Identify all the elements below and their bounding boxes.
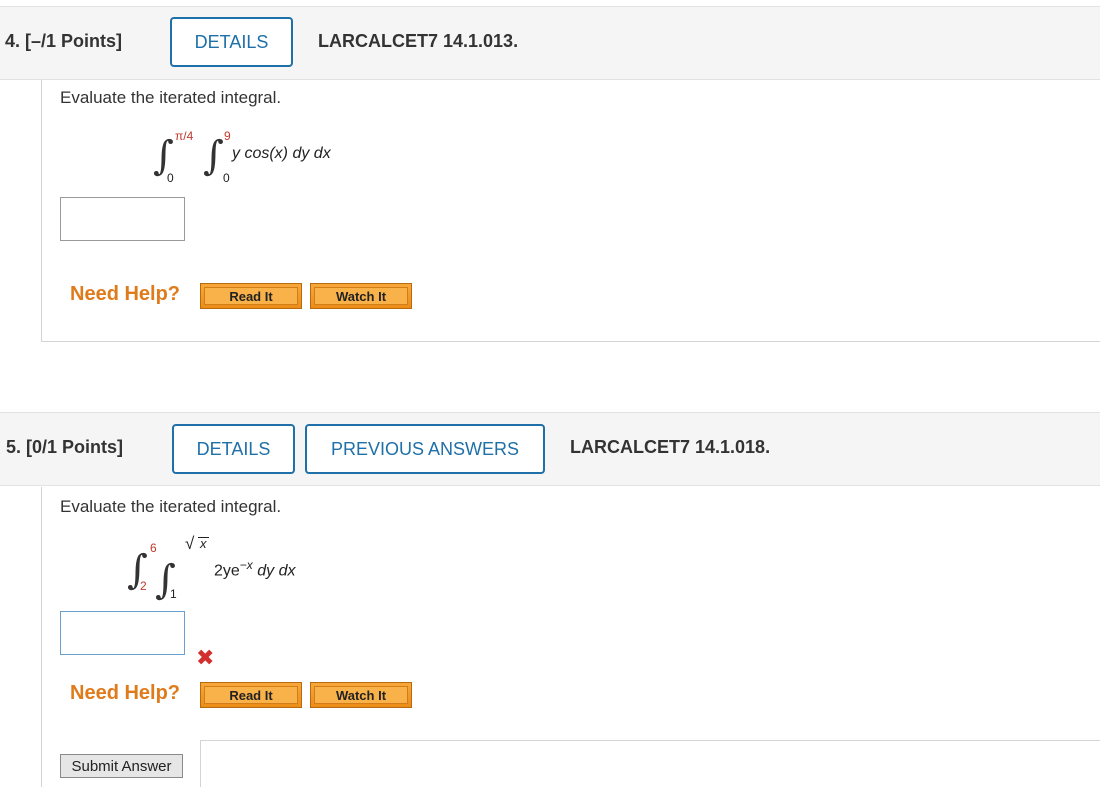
integral-sign-inner: ∫: [203, 133, 224, 179]
inner-lower-limit: 0: [223, 171, 230, 185]
details-button[interactable]: DETAILS: [170, 17, 293, 67]
inner-upper-radical: √: [185, 534, 195, 553]
outer-upper-limit: π/4: [175, 129, 194, 143]
question-prompt: Evaluate the iterated integral.: [60, 88, 282, 107]
details-button[interactable]: DETAILS: [172, 424, 295, 474]
question-5-header: 5. [0/1 Points] DETAILS PREVIOUS ANSWERS…: [0, 412, 1100, 486]
integrand-base: 2ye: [214, 562, 240, 580]
inner-lower-limit: 1: [170, 587, 177, 601]
submit-answer-button[interactable]: Submit Answer: [60, 754, 183, 778]
integrand: y cos(x) dy dx: [232, 145, 331, 162]
need-help-label: Need Help?: [70, 283, 181, 305]
watch-it-label: Watch It: [314, 287, 408, 305]
integrand-exponent: −x: [239, 558, 253, 572]
outer-lower-limit: 2: [140, 579, 147, 593]
question-id: LARCALCET7 14.1.018.: [570, 437, 771, 457]
integral-sign-outer: ∫: [153, 133, 174, 179]
question-prompt: Evaluate the iterated integral.: [60, 497, 282, 516]
watch-it-label: Watch It: [314, 686, 408, 704]
question-id: LARCALCET7 14.1.013.: [318, 31, 519, 51]
question-4-number: 4. [–/1 Points]: [5, 31, 123, 51]
outer-upper-limit: 6: [150, 541, 157, 555]
inner-upper-radicand: x: [198, 536, 209, 551]
read-it-label: Read It: [204, 686, 298, 704]
incorrect-icon: ✖: [196, 645, 215, 670]
outer-lower-limit: 0: [167, 171, 174, 185]
inner-upper-limit: 9: [224, 129, 231, 143]
read-it-button[interactable]: Read It: [200, 283, 302, 309]
previous-answers-button[interactable]: PREVIOUS ANSWERS: [305, 424, 545, 474]
watch-it-button[interactable]: Watch It: [310, 283, 412, 309]
integrand-differentials: dy dx: [252, 562, 296, 580]
watch-it-button[interactable]: Watch It: [310, 682, 412, 708]
integrand: 2ye−x dy dx: [214, 558, 296, 580]
need-help-label: Need Help?: [70, 682, 181, 704]
work-area: [200, 740, 1100, 787]
answer-input[interactable]: [60, 611, 185, 655]
question-4-header: 4. [–/1 Points] DETAILS LARCALCET7 14.1.…: [0, 6, 1100, 80]
read-it-button[interactable]: Read It: [200, 682, 302, 708]
answer-input[interactable]: [60, 197, 185, 241]
question-5-number: 5. [0/1 Points]: [6, 437, 124, 457]
read-it-label: Read It: [204, 287, 298, 305]
